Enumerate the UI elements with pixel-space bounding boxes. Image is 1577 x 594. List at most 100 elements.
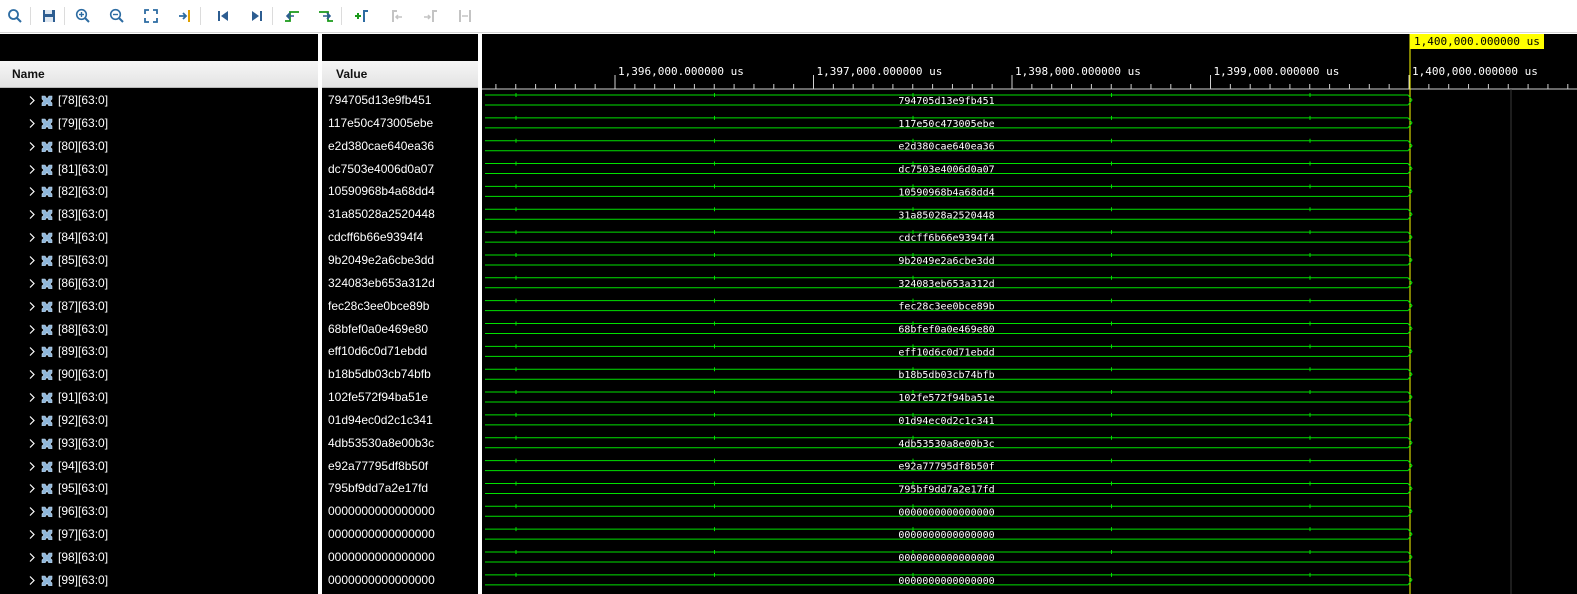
bus-signal-icon (41, 552, 53, 563)
chevron-right-icon[interactable] (28, 500, 36, 523)
bus-value-label: e2d380cae640ea36 (898, 142, 994, 153)
chevron-right-icon[interactable] (28, 158, 36, 181)
value-row[interactable]: 4db53530a8e00b3c (322, 432, 478, 455)
search-button[interactable] (4, 5, 26, 27)
chevron-right-icon[interactable] (28, 386, 36, 409)
value-row[interactable]: 794705d13e9fb451 (322, 89, 478, 112)
signal-row[interactable]: [93][63:0] (0, 432, 318, 455)
signal-row[interactable]: [82][63:0] (0, 180, 318, 203)
signal-row[interactable]: [78][63:0] (0, 89, 318, 112)
next-marker-button[interactable] (419, 5, 441, 27)
chevron-right-icon[interactable] (28, 455, 36, 478)
chevron-right-icon[interactable] (28, 135, 36, 158)
value-row[interactable]: 01d94ec0d2c1c341 (322, 409, 478, 432)
go-to-last-time-button[interactable] (246, 5, 268, 27)
chevron-right-icon[interactable] (28, 363, 36, 386)
value-row[interactable]: fec28c3ee0bce89b (322, 295, 478, 318)
value-row[interactable]: 117e50c473005ebe (322, 112, 478, 135)
chevron-right-icon[interactable] (28, 340, 36, 363)
chevron-right-icon[interactable] (28, 477, 36, 500)
signal-name: [91][63:0] (58, 390, 109, 404)
previous-transition-button[interactable] (281, 5, 303, 27)
chevron-right-icon[interactable] (28, 89, 36, 112)
value-row[interactable]: dc7503e4006d0a07 (322, 158, 478, 181)
waveform-panel[interactable]: 1,396,000.000000 us 1,397,000.000000 us 1,… (482, 34, 1577, 594)
chevron-right-icon[interactable] (28, 409, 36, 432)
go-to-cursor-button[interactable] (174, 5, 196, 27)
next-transition-icon (319, 11, 333, 22)
go-to-time-zero-button[interactable] (212, 5, 234, 27)
signal-row[interactable]: [96][63:0] (0, 500, 318, 523)
chevron-right-icon[interactable] (28, 295, 36, 318)
signal-row[interactable]: [87][63:0] (0, 295, 318, 318)
next-transition-button[interactable] (315, 5, 337, 27)
value-row[interactable]: 795bf9dd7a2e17fd (322, 477, 478, 500)
signal-row[interactable]: [94][63:0] (0, 455, 318, 478)
chevron-right-icon[interactable] (28, 318, 36, 341)
signal-row[interactable]: [90][63:0] (0, 363, 318, 386)
add-marker-button[interactable] (350, 5, 372, 27)
value-row[interactable]: 0000000000000000 (322, 500, 478, 523)
bus-signal-icon (41, 232, 53, 243)
signal-row[interactable]: [81][63:0] (0, 158, 318, 181)
value-row[interactable]: eff10d6c0d71ebdd (322, 340, 478, 363)
value-row[interactable]: cdcff6b66e9394f4 (322, 226, 478, 249)
signal-value: 68bfef0a0e469e80 (328, 322, 429, 336)
zoom-fit-button[interactable] (140, 5, 162, 27)
signal-row[interactable]: [88][63:0] (0, 318, 318, 341)
value-row[interactable]: e2d380cae640ea36 (322, 135, 478, 158)
value-row[interactable]: 31a85028a2520448 (322, 203, 478, 226)
signal-row[interactable]: [95][63:0] (0, 477, 318, 500)
cursor-time-label[interactable]: 1,400,000.000000 us (1410, 34, 1544, 49)
value-row[interactable]: 10590968b4a68dd4 (322, 180, 478, 203)
chevron-right-icon[interactable] (28, 272, 36, 295)
chevron-right-icon[interactable] (28, 112, 36, 135)
bus-value-label: 102fe572f94ba51e (898, 393, 994, 404)
chevron-right-icon[interactable] (28, 523, 36, 546)
value-row[interactable]: b18b5db03cb74bfb (322, 363, 478, 386)
signal-row[interactable]: [85][63:0] (0, 249, 318, 272)
chevron-right-icon[interactable] (28, 546, 36, 569)
signal-row[interactable]: [89][63:0] (0, 340, 318, 363)
value-row[interactable]: 102fe572f94ba51e (322, 386, 478, 409)
chevron-right-icon[interactable] (28, 180, 36, 203)
signal-value: 4db53530a8e00b3c (328, 436, 435, 450)
swap-cursors-button[interactable] (454, 5, 476, 27)
bus-value-label: 10590968b4a68dd4 (898, 187, 994, 198)
zoom-out-button[interactable] (106, 5, 128, 27)
signal-value: 10590968b4a68dd4 (328, 184, 435, 198)
value-row[interactable]: 0000000000000000 (322, 523, 478, 546)
signal-value: 117e50c473005ebe (328, 116, 434, 130)
chevron-right-icon[interactable] (28, 203, 36, 226)
signal-row[interactable]: [79][63:0] (0, 112, 318, 135)
zoom-in-button[interactable] (72, 5, 94, 27)
signal-row[interactable]: [84][63:0] (0, 226, 318, 249)
waveform-canvas[interactable]: 1,396,000.000000 us 1,397,000.000000 us 1,… (482, 34, 1577, 594)
signal-row[interactable]: [83][63:0] (0, 203, 318, 226)
signal-row[interactable]: [91][63:0] (0, 386, 318, 409)
value-row[interactable]: e92a77795df8b50f (322, 455, 478, 478)
chevron-right-icon[interactable] (28, 226, 36, 249)
bus-signal-icon (41, 415, 53, 426)
signal-name: [81][63:0] (58, 162, 109, 176)
signal-row[interactable]: [99][63:0] (0, 569, 318, 592)
value-row[interactable]: 9b2049e2a6cbe3dd (322, 249, 478, 272)
value-row[interactable]: 0000000000000000 (322, 569, 478, 592)
previous-marker-button[interactable] (385, 5, 407, 27)
save-button[interactable] (38, 5, 60, 27)
chevron-right-icon[interactable] (28, 432, 36, 455)
chevron-right-icon[interactable] (28, 569, 36, 592)
value-row[interactable]: 68bfef0a0e469e80 (322, 318, 478, 341)
signal-row[interactable]: [86][63:0] (0, 272, 318, 295)
signal-row[interactable]: [98][63:0] (0, 546, 318, 569)
signal-row[interactable]: [92][63:0] (0, 409, 318, 432)
signal-row[interactable]: [97][63:0] (0, 523, 318, 546)
bus-signal-icon (41, 118, 53, 129)
value-column-header[interactable]: Value (322, 61, 478, 88)
value-row[interactable]: 0000000000000000 (322, 546, 478, 569)
signal-row[interactable]: [80][63:0] (0, 135, 318, 158)
signal-name: [89][63:0] (58, 344, 109, 358)
name-column-header[interactable]: Name (0, 61, 318, 88)
value-row[interactable]: 324083eb653a312d (322, 272, 478, 295)
chevron-right-icon[interactable] (28, 249, 36, 272)
